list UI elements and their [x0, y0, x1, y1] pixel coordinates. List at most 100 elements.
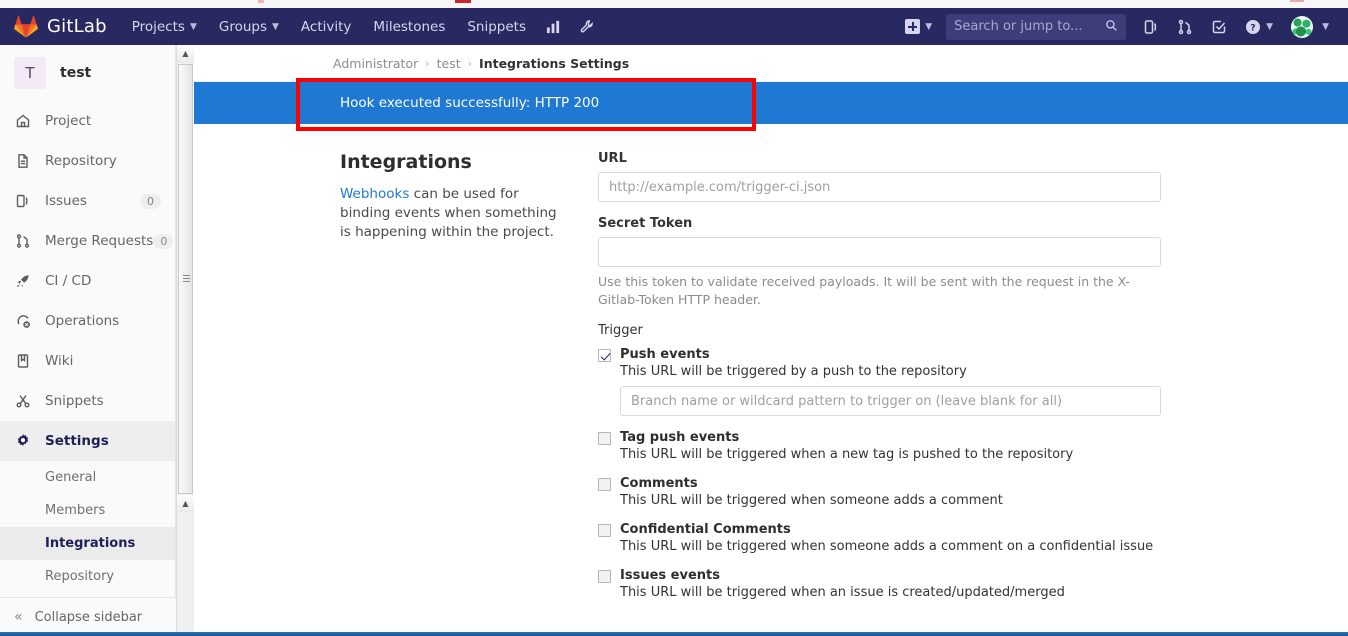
- svg-text:?: ?: [1251, 23, 1256, 33]
- nav-help-icon[interactable]: ? ▼: [1236, 8, 1282, 45]
- double-chevron-left-icon: «: [14, 609, 23, 625]
- sidebar-item-wiki[interactable]: Wiki: [0, 341, 175, 381]
- chevron-down-icon: ▼: [925, 21, 933, 32]
- home-icon: [14, 112, 32, 130]
- sidebar-item-wiki-label: Wiki: [45, 353, 74, 369]
- breadcrumb-item-administrator[interactable]: Administrator: [333, 56, 418, 71]
- chevron-down-icon: ▼: [1322, 21, 1329, 32]
- nav-wrench-admin-icon[interactable]: [570, 8, 603, 45]
- tag-push-events-checkbox[interactable]: [598, 432, 611, 445]
- chrome-artifact-dot: [258, 0, 264, 3]
- sidebar-item-issues[interactable]: Issues 0: [0, 181, 175, 221]
- breadcrumb: Administrator › test › Integrations Sett…: [194, 45, 1348, 82]
- scrollbar-down-arrow[interactable]: ▲: [177, 495, 194, 512]
- navbar-links: Projects ▼ Groups ▼ Activity Milestones …: [121, 8, 603, 45]
- sidebar-item-merge-requests[interactable]: Merge Requests 0: [0, 221, 175, 261]
- sidebar-item-snippets[interactable]: Snippets: [0, 381, 175, 421]
- gitlab-brand[interactable]: GitLab: [0, 15, 121, 39]
- tag-push-events-label[interactable]: Tag push events: [620, 430, 739, 445]
- sidebar-subitem-members[interactable]: Members: [0, 494, 175, 527]
- nav-analytics-chart-icon[interactable]: [537, 8, 570, 45]
- webhook-form: URL Secret Token Use this token to valid…: [598, 151, 1162, 614]
- breadcrumb-separator: ›: [425, 56, 430, 70]
- gear-icon: [14, 432, 32, 450]
- integrations-content: Integrations Webhooks can be used for bi…: [194, 124, 1348, 614]
- nav-link-groups[interactable]: Groups ▼: [208, 8, 290, 45]
- nav-issues-icon[interactable]: [1134, 8, 1168, 45]
- gitlab-fox-logo-icon: [14, 15, 38, 39]
- collapse-sidebar-label: Collapse sidebar: [34, 609, 143, 625]
- sidebar-item-repository-label: Repository: [45, 153, 117, 169]
- chrome-artifact-mark: [455, 0, 471, 3]
- comments-checkbox[interactable]: [598, 478, 611, 491]
- nav-link-groups-label: Groups: [218, 18, 267, 35]
- page-scrollbar[interactable]: ▲ ▲: [176, 45, 194, 636]
- nav-link-projects[interactable]: Projects ▼: [121, 8, 208, 45]
- sidebar-item-project[interactable]: Project: [0, 101, 175, 141]
- trigger-section-label: Trigger: [598, 323, 643, 338]
- secret-token-field-group: Secret Token Use this token to validate …: [598, 216, 1162, 309]
- rocket-icon: [14, 272, 32, 290]
- scrollbar-thumb[interactable]: [178, 64, 193, 494]
- top-navbar: GitLab Projects ▼ Groups ▼ Activity Mile…: [0, 8, 1348, 45]
- nav-link-milestones[interactable]: Milestones: [362, 8, 456, 45]
- plus-icon: [905, 19, 921, 34]
- breadcrumb-current: Integrations Settings: [479, 55, 630, 71]
- issues-events-checkbox[interactable]: [598, 570, 611, 583]
- sidebar-subitem-repository-label: Repository: [45, 569, 115, 584]
- sidebar-project-header[interactable]: T test: [0, 45, 175, 101]
- integrations-description: Webhooks can be used for binding events …: [340, 185, 562, 242]
- search-input[interactable]: Search or jump to...: [946, 13, 1127, 40]
- confidential-comments-label[interactable]: Confidential Comments: [620, 522, 791, 537]
- breadcrumb-item-test[interactable]: test: [437, 56, 461, 71]
- comments-label[interactable]: Comments: [620, 476, 698, 491]
- issues-icon: [14, 192, 32, 210]
- flash-alert-message: Hook executed successfully: HTTP 200: [340, 95, 600, 111]
- scrollbar-track[interactable]: [177, 512, 194, 636]
- sidebar-item-operations[interactable]: Operations: [0, 301, 175, 341]
- sidebar-subitem-repository[interactable]: Repository: [0, 560, 175, 593]
- url-field-group: URL: [598, 151, 1162, 202]
- push-events-branch-input[interactable]: [620, 386, 1161, 416]
- chevron-down-icon: ▼: [189, 21, 197, 32]
- sidebar-subitem-general-label: General: [45, 470, 97, 485]
- tag-push-events-description: This URL will be triggered when a new ta…: [620, 447, 1074, 462]
- search-placeholder: Search or jump to...: [954, 19, 1083, 34]
- chevron-down-icon: ▼: [1266, 21, 1274, 32]
- sidebar-item-operations-label: Operations: [45, 313, 120, 329]
- push-events-label[interactable]: Push events: [620, 347, 710, 362]
- confidential-comments-checkbox[interactable]: [598, 524, 611, 537]
- secret-token-input[interactable]: [598, 237, 1161, 267]
- nav-link-activity[interactable]: Activity: [290, 8, 363, 45]
- sidebar-subitem-general[interactable]: General: [0, 461, 175, 494]
- sidebar-item-settings[interactable]: Settings: [0, 421, 175, 461]
- scissors-icon: [14, 392, 32, 410]
- sidebar-subitem-integrations-label: Integrations: [45, 536, 136, 551]
- trigger-push-events: Push events This URL will be triggered b…: [598, 347, 1162, 416]
- nav-link-snippets-label: Snippets: [467, 18, 527, 35]
- sidebar-item-issues-badge: 0: [140, 193, 161, 209]
- webhooks-link[interactable]: Webhooks: [340, 186, 409, 202]
- scrollbar-up-arrow[interactable]: ▲: [177, 45, 194, 62]
- project-sidebar: T test Project Repository Issues 0 Merge…: [0, 45, 176, 636]
- issues-events-label[interactable]: Issues events: [620, 568, 720, 583]
- nav-merge-requests-icon[interactable]: [1168, 8, 1202, 45]
- push-events-checkbox[interactable]: [598, 349, 611, 362]
- new-dropdown-button[interactable]: ▼: [895, 19, 938, 34]
- user-avatar-menu[interactable]: ▼: [1282, 8, 1338, 45]
- breadcrumb-separator: ›: [467, 56, 473, 70]
- gitlab-integrations-page: GitLab Projects ▼ Groups ▼ Activity Mile…: [0, 0, 1348, 636]
- sidebar-subitem-integrations[interactable]: Integrations: [0, 527, 175, 560]
- sidebar-item-repository[interactable]: Repository: [0, 141, 175, 181]
- os-taskbar-sliver: [0, 632, 1348, 636]
- nav-todos-icon[interactable]: [1202, 8, 1236, 45]
- collapse-sidebar-button[interactable]: « Collapse sidebar: [0, 597, 176, 636]
- secret-token-help: Use this token to validate received payl…: [598, 274, 1131, 307]
- url-input[interactable]: [598, 172, 1161, 202]
- browser-chrome-strip: [0, 0, 1348, 8]
- project-name: test: [60, 65, 92, 81]
- sidebar-item-settings-label: Settings: [45, 433, 109, 449]
- nav-link-snippets[interactable]: Snippets: [456, 8, 537, 45]
- sidebar-item-ci-cd[interactable]: CI / CD: [0, 261, 175, 301]
- issues-events-description: This URL will be triggered when an issue…: [620, 585, 1065, 600]
